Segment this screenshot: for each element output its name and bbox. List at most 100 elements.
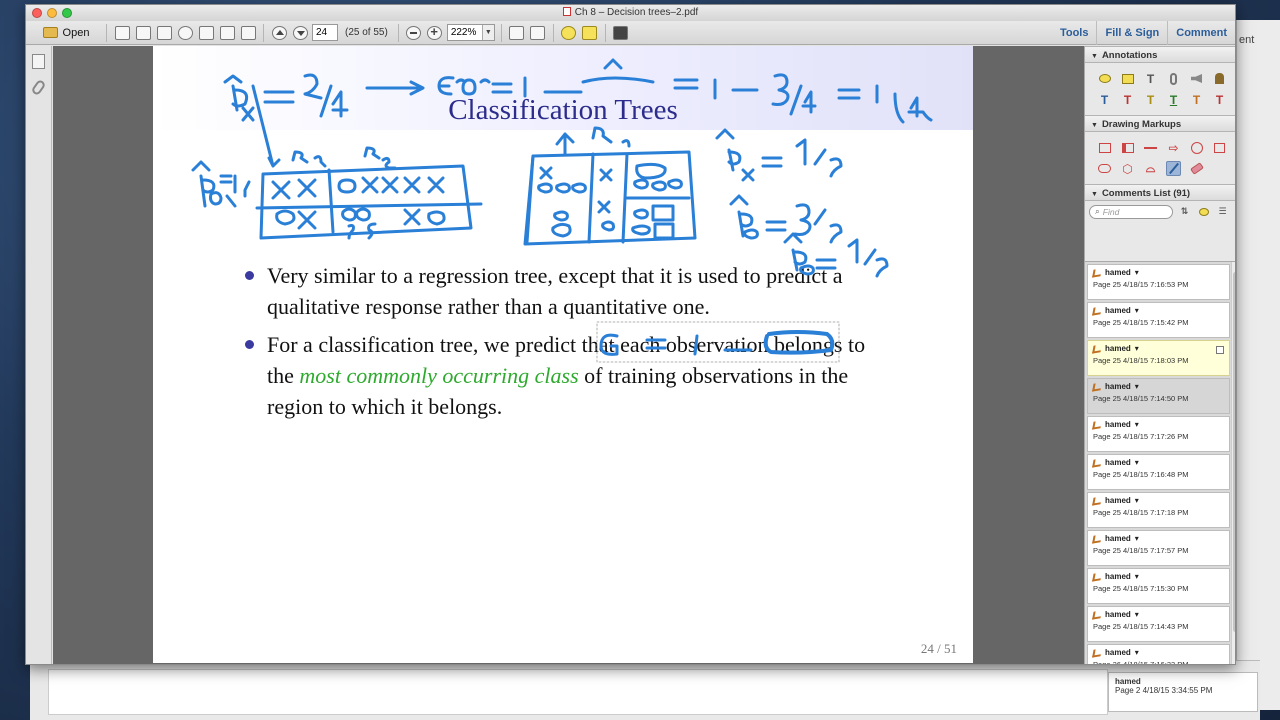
chevron-down-icon[interactable]: ▾	[1135, 306, 1139, 315]
chevron-down-icon[interactable]: ▾	[1135, 648, 1139, 657]
chevron-down-icon[interactable]: ▾	[1135, 534, 1139, 543]
comment-item[interactable]: hamed ▾ Page 25 4/18/15 7:14:50 PM	[1087, 378, 1230, 414]
add-text-icon[interactable]: T	[1143, 71, 1158, 86]
fit-page-button[interactable]	[508, 24, 526, 42]
chevron-down-icon[interactable]: ▾	[1135, 420, 1139, 429]
pencil-icon[interactable]	[1166, 161, 1181, 176]
oval-icon[interactable]	[1189, 140, 1204, 155]
combine-files-button[interactable]	[134, 24, 152, 42]
connected-lines-icon[interactable]: ⌓	[1143, 161, 1158, 176]
chevron-down-icon[interactable]: ▼	[481, 25, 494, 40]
zoom-button[interactable]	[62, 8, 72, 18]
next-page-button[interactable]	[291, 24, 309, 42]
pencil-icon	[1092, 305, 1102, 316]
highlight-button[interactable]	[581, 24, 599, 42]
rectangle-icon[interactable]	[1212, 140, 1227, 155]
text-correction-icon[interactable]: T	[1212, 92, 1227, 107]
comment-meta: Page 25 4/18/15 7:16:53 PM	[1093, 280, 1189, 289]
page-count: (25 of 55)	[345, 27, 388, 38]
comment-tab[interactable]: Comment	[1167, 21, 1235, 45]
cloud-button[interactable]	[176, 24, 194, 42]
comment-meta: Page 25 4/18/15 7:16:48 PM	[1093, 470, 1189, 479]
find-comment-input[interactable]: ⌕ Find	[1089, 204, 1173, 219]
zoom-select[interactable]: ▼	[446, 24, 495, 41]
read-mode-button[interactable]	[612, 24, 630, 42]
strikethrough-text-icon[interactable]: T	[1189, 92, 1204, 107]
comment-item[interactable]: hamed ▾ Page 25 4/18/15 7:17:57 PM	[1087, 530, 1230, 566]
toolbar-divider	[106, 23, 107, 42]
stamp-icon[interactable]	[1212, 71, 1227, 86]
sort-icon[interactable]: ⇅	[1177, 204, 1192, 219]
comments-list-header[interactable]: ▼ Comments List (91)	[1085, 184, 1235, 201]
sticky-note-button[interactable]	[560, 24, 578, 42]
drawing-markups-header[interactable]: ▼ Drawing Markups	[1085, 115, 1235, 132]
zoom-out-button[interactable]	[405, 24, 423, 42]
comment-item[interactable]: hamed ▾ Page 26 4/18/15 7:16:33 PM	[1087, 644, 1230, 664]
comment-author-name: hamed	[1105, 382, 1131, 391]
chevron-down-icon[interactable]: ▾	[1135, 268, 1139, 277]
comment-item[interactable]: hamed ▾ Page 25 4/18/15 7:17:18 PM	[1087, 492, 1230, 528]
chevron-down-icon[interactable]: ▾	[1135, 382, 1139, 391]
attach-file-icon[interactable]	[1166, 71, 1181, 86]
insert-text-icon[interactable]: T	[1097, 92, 1112, 107]
comment-item[interactable]: hamed ▾ Page 25 4/18/15 7:15:42 PM	[1087, 302, 1230, 338]
zoom-in-button[interactable]	[426, 24, 444, 42]
comment-item[interactable]: hamed ▾ Page 25 4/18/15 7:16:53 PM	[1087, 264, 1230, 300]
filter-icon[interactable]	[1196, 204, 1211, 219]
highlight-text-icon[interactable]	[1120, 71, 1135, 86]
fit-width-button[interactable]	[529, 24, 547, 42]
edit-button[interactable]	[155, 24, 173, 42]
zoom-out-icon	[406, 25, 422, 40]
comments-list[interactable]: hamed ▾ Page 25 4/18/15 7:16:53 PM hamed ▾ Pa…	[1085, 261, 1235, 664]
eraser-icon[interactable]	[1189, 161, 1204, 176]
cloud-icon[interactable]	[1097, 161, 1112, 176]
sticky-note-icon[interactable]	[1097, 71, 1112, 86]
chevron-down-icon[interactable]: ▾	[1135, 610, 1139, 619]
chevron-down-icon[interactable]: ▾	[1135, 458, 1139, 467]
open-button[interactable]: Open	[32, 24, 100, 42]
create-pdf-button[interactable]	[113, 24, 131, 42]
highlight-t-icon[interactable]: T	[1143, 92, 1158, 107]
zoom-input[interactable]	[447, 25, 482, 40]
window-title: Ch 8 – Decision trees–2.pdf	[574, 7, 699, 18]
chevron-down-icon[interactable]: ▾	[1135, 344, 1139, 353]
fill-sign-tab[interactable]: Fill & Sign	[1096, 21, 1167, 45]
comment-author: hamed ▾	[1092, 381, 1224, 392]
record-audio-icon[interactable]	[1189, 71, 1204, 86]
create-pdf-icon	[114, 25, 130, 40]
handwritten-ink-annotations[interactable]	[153, 46, 973, 663]
underline-text-icon[interactable]: T	[1166, 92, 1181, 107]
close-button[interactable]	[32, 8, 42, 18]
save-button[interactable]	[197, 24, 215, 42]
replace-text-icon[interactable]: T	[1120, 92, 1135, 107]
text-box-icon[interactable]	[1097, 140, 1112, 155]
tools-tab[interactable]: Tools	[1052, 21, 1097, 45]
comment-item[interactable]: hamed ▾ Page 25 4/18/15 7:16:48 PM	[1087, 454, 1230, 490]
polygon-icon[interactable]: ⬡	[1120, 161, 1135, 176]
comment-item[interactable]: hamed ▾ Page 25 4/18/15 7:17:26 PM	[1087, 416, 1230, 452]
comment-checkbox[interactable]	[1216, 346, 1224, 354]
attachments-icon[interactable]	[30, 78, 47, 97]
line-icon[interactable]	[1143, 140, 1158, 155]
previous-page-button[interactable]	[270, 24, 288, 42]
scroll-thumb[interactable]	[1233, 272, 1235, 632]
comment-item[interactable]: hamed ▾ Page 25 4/18/15 7:18:03 PM	[1087, 340, 1230, 376]
comment-item[interactable]: hamed ▾ Page 25 4/18/15 7:15:30 PM	[1087, 568, 1230, 604]
page-number-input[interactable]	[312, 24, 338, 41]
toolbar-divider	[263, 23, 264, 42]
comments-list-header-label: Comments List (91)	[1101, 188, 1191, 199]
callout-icon[interactable]	[1120, 140, 1135, 155]
document-view[interactable]: Classification Trees Very similar to a r…	[53, 46, 1084, 664]
comment-item[interactable]: hamed ▾ Page 25 4/18/15 7:14:43 PM	[1087, 606, 1230, 642]
comments-scrollbar[interactable]	[1231, 262, 1235, 664]
chevron-down-icon[interactable]: ▾	[1135, 572, 1139, 581]
annotations-header[interactable]: ▼ Annotations	[1085, 46, 1235, 63]
email-button[interactable]	[239, 24, 257, 42]
comment-meta: Page 25 4/18/15 7:14:50 PM	[1093, 394, 1189, 403]
arrow-icon[interactable]: ⇨	[1166, 140, 1181, 155]
print-button[interactable]	[218, 24, 236, 42]
minimize-button[interactable]	[47, 8, 57, 18]
options-icon[interactable]: ☰	[1215, 204, 1230, 219]
chevron-down-icon[interactable]: ▾	[1135, 496, 1139, 505]
page-thumbnails-icon[interactable]	[32, 54, 45, 69]
